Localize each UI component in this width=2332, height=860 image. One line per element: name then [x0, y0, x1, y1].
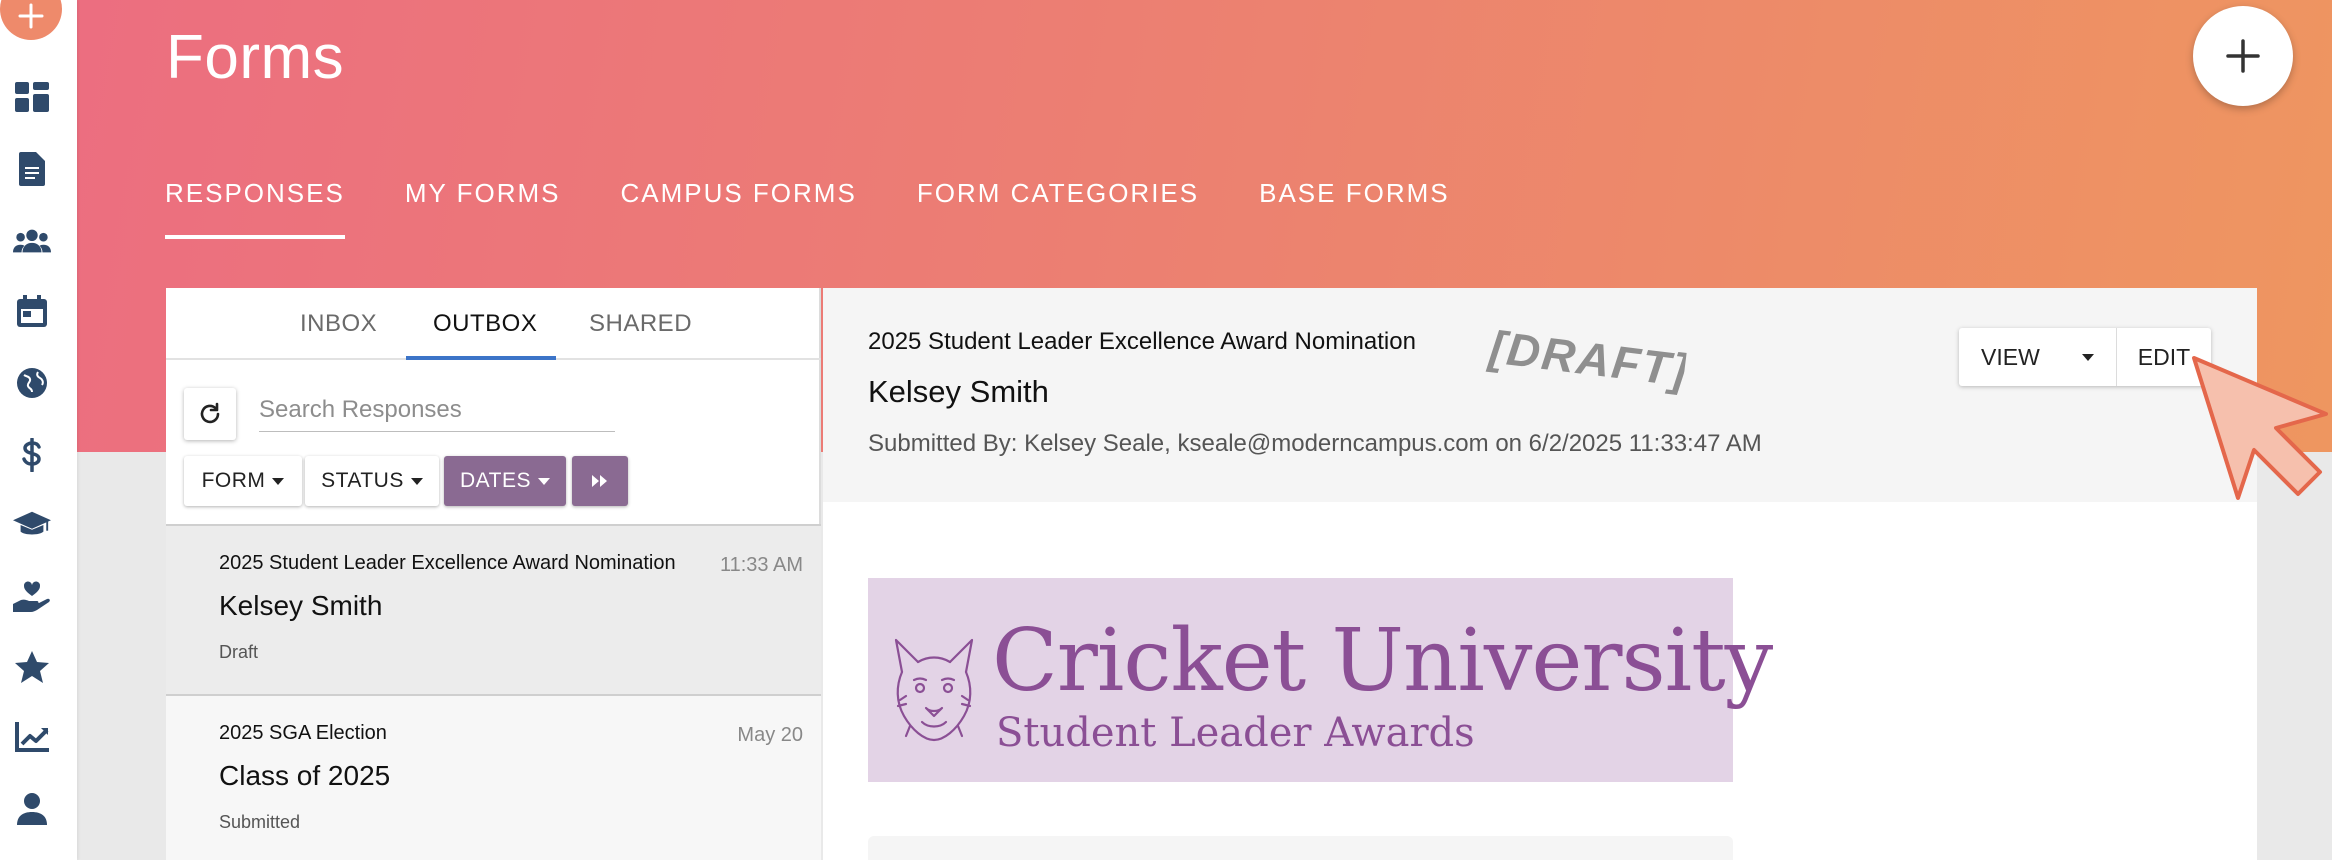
forms-tabs: RESPONSES MY FORMS CAMPUS FORMS FORM CAT…: [165, 178, 1510, 239]
svg-text:[DRAFT]: [DRAFT]: [1485, 320, 1689, 396]
globe-icon[interactable]: [13, 364, 51, 402]
draft-stamp: [DRAFT]: [1485, 320, 1689, 396]
tab-outbox[interactable]: OUTBOX: [433, 310, 537, 338]
responses-panel: INBOX OUTBOX SHARED FORM STATUS DATES 20…: [166, 288, 821, 860]
rail-add-button[interactable]: [0, 0, 62, 40]
response-list-item[interactable]: 2025 SGA Election May 20 Class of 2025 S…: [166, 694, 821, 860]
tab-inbox[interactable]: INBOX: [300, 310, 377, 338]
status-filter-button[interactable]: STATUS: [305, 456, 439, 506]
response-form-name: 2025 Student Leader Excellence Award Nom…: [219, 552, 676, 574]
detail-respondent: Kelsey Smith: [868, 374, 1049, 409]
fast-forward-icon: [592, 475, 607, 487]
document-icon[interactable]: [13, 150, 51, 188]
response-time: May 20: [737, 724, 803, 746]
caret-down-icon: [272, 477, 285, 485]
tab-base-forms[interactable]: BASE FORMS: [1259, 178, 1449, 239]
search-input[interactable]: [259, 388, 615, 432]
refresh-button[interactable]: [184, 388, 236, 440]
detail-submitted-by: Submitted By: Kelsey Seale, kseale@moder…: [868, 430, 1762, 457]
dashboard-icon[interactable]: [13, 78, 51, 116]
response-detail-panel: 2025 Student Leader Excellence Award Nom…: [823, 288, 2257, 860]
star-icon[interactable]: [13, 648, 51, 686]
dates-filter-label: DATES: [460, 469, 531, 492]
response-form-name: 2025 SGA Election: [219, 722, 387, 744]
plus-icon: [2226, 39, 2260, 73]
view-button[interactable]: VIEW: [1959, 328, 2117, 386]
form-filter-label: FORM: [201, 469, 266, 492]
response-respondent: Class of 2025: [219, 760, 391, 791]
form-filter-button[interactable]: FORM: [184, 456, 302, 506]
active-tab-indicator: [406, 356, 556, 360]
mailbox-tabs: INBOX OUTBOX SHARED: [166, 288, 821, 360]
dollar-icon[interactable]: [13, 436, 51, 474]
detail-form-name: 2025 Student Leader Excellence Award Nom…: [868, 328, 1416, 355]
tab-form-categories[interactable]: FORM CATEGORIES: [917, 178, 1199, 239]
dates-filter-button[interactable]: DATES: [444, 456, 566, 506]
left-rail: [0, 0, 77, 860]
caret-down-icon: [537, 477, 550, 485]
form-content-card: [868, 836, 1733, 860]
plus-icon: [18, 3, 44, 29]
view-edit-button-group: VIEW EDIT: [1959, 328, 2211, 386]
form-banner-image: Cricket University Student Leader Awards: [868, 578, 1773, 782]
fast-forward-button[interactable]: [572, 456, 628, 506]
response-detail-header: 2025 Student Leader Excellence Award Nom…: [823, 288, 2257, 502]
calendar-icon[interactable]: [13, 292, 51, 330]
caret-down-icon: [410, 477, 423, 485]
banner-subtitle: Student Leader Awards: [996, 710, 1475, 756]
banner-title: Cricket University: [992, 611, 1773, 711]
response-respondent: Kelsey Smith: [219, 590, 383, 621]
tab-campus-forms[interactable]: CAMPUS FORMS: [620, 178, 856, 239]
graduation-cap-icon[interactable]: [13, 506, 51, 544]
response-status: Draft: [219, 642, 259, 662]
hand-heart-icon[interactable]: [13, 578, 51, 616]
tab-my-forms[interactable]: MY FORMS: [405, 178, 561, 239]
response-time: 11:33 AM: [719, 554, 803, 576]
add-form-button[interactable]: [2193, 6, 2293, 106]
users-icon[interactable]: [13, 222, 51, 260]
chart-icon[interactable]: [13, 718, 51, 756]
view-button-label: VIEW: [1981, 343, 2040, 370]
terrier-logo-icon: [894, 638, 974, 742]
user-icon[interactable]: [13, 790, 51, 828]
page-title: Forms: [166, 23, 345, 92]
cursor-pointer-icon: [2192, 356, 2328, 500]
response-status: Submitted: [219, 812, 301, 832]
tab-shared[interactable]: SHARED: [589, 310, 692, 338]
response-list-item[interactable]: 2025 Student Leader Excellence Award Nom…: [166, 524, 821, 694]
caret-down-icon[interactable]: [2082, 354, 2094, 361]
refresh-icon: [200, 402, 220, 424]
status-filter-label: STATUS: [321, 469, 404, 492]
tab-responses[interactable]: RESPONSES: [165, 178, 345, 239]
